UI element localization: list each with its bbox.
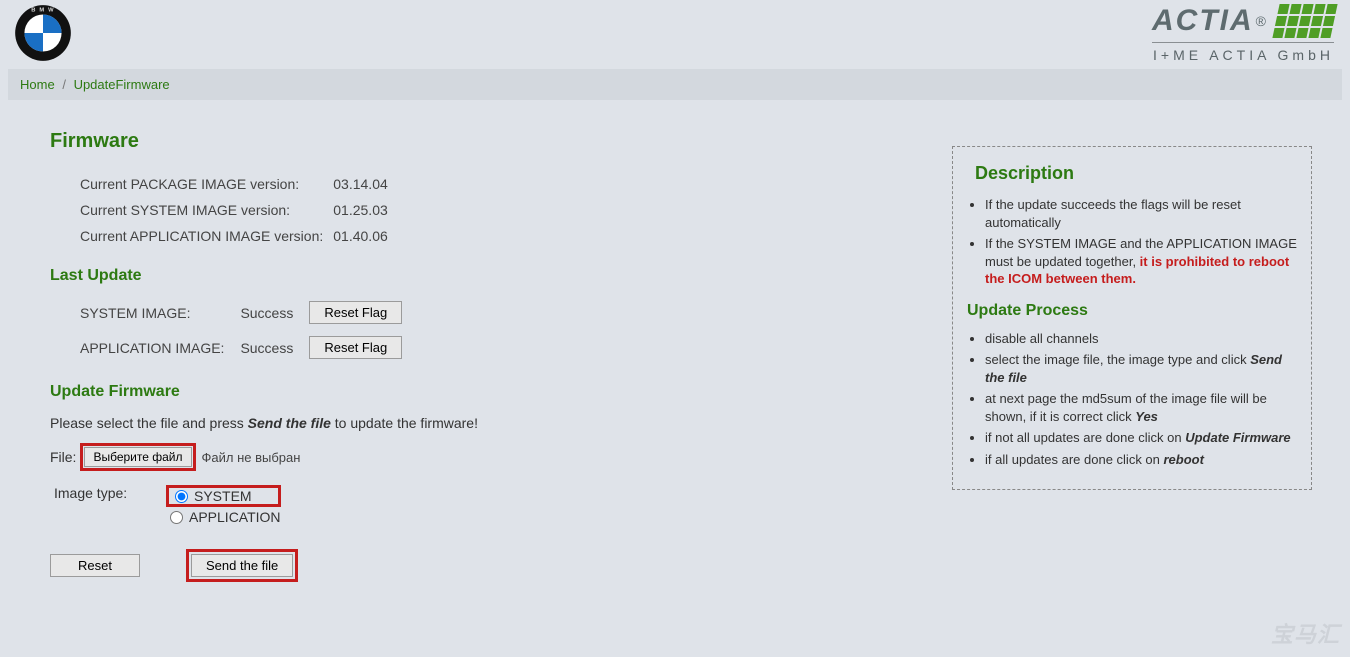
list-item: if not all updates are done click on Upd… [985,429,1297,447]
list-item: at next page the md5sum of the image fil… [985,390,1297,425]
list-item: If the update succeeds the flags will be… [985,196,1297,231]
description-box: Description If the update succeeds the f… [952,146,1312,490]
last-update-title: Last Update [50,267,932,285]
radio-application-label: APPLICATION [189,509,281,525]
page-title: Firmware [50,130,932,153]
watermark: 宝马汇 [1271,617,1340,649]
version-value: 01.25.03 [333,197,398,223]
choose-file-button[interactable]: Выберите файл [84,447,191,467]
table-row: Current APPLICATION IMAGE version: 01.40… [80,223,398,249]
reset-button[interactable]: Reset [50,554,140,577]
table-row: SYSTEM IMAGE: Success Reset Flag [80,295,418,330]
actia-subtitle: I+ME ACTIA GmbH [1152,42,1334,63]
breadcrumb-home[interactable]: Home [20,77,55,92]
version-label: Current APPLICATION IMAGE version: [80,223,333,249]
radio-application[interactable] [170,511,183,524]
file-status: Файл не выбран [202,450,301,465]
breadcrumb: Home / UpdateFirmware [8,69,1342,100]
actia-bars-icon [1272,4,1337,38]
list-item: select the image file, the image type an… [985,351,1297,386]
version-label: Current PACKAGE IMAGE version: [80,171,333,197]
file-label: File: [50,449,76,465]
list-item: disable all channels [985,330,1297,348]
table-row: Current SYSTEM IMAGE version: 01.25.03 [80,197,398,223]
update-label: APPLICATION IMAGE: [80,330,240,365]
image-type-label: Image type: [54,485,166,501]
list-item: If the SYSTEM IMAGE and the APPLICATION … [985,235,1297,288]
list-item: if all updates are done click on reboot [985,451,1297,469]
last-update-table: SYSTEM IMAGE: Success Reset Flag APPLICA… [80,295,418,365]
version-label: Current SYSTEM IMAGE version: [80,197,333,223]
version-value: 03.14.04 [333,171,398,197]
update-process-title: Update Process [967,302,1297,320]
description-title: Description [975,163,1297,184]
update-status: Success [240,295,309,330]
radio-system-label: SYSTEM [194,488,252,504]
instruction-text: Please select the file and press Send th… [50,415,932,431]
svg-text:B M W: B M W [31,8,55,14]
actia-logo: ACTIA ® I+ME ACTIA GmbH [1152,4,1334,63]
breadcrumb-current[interactable]: UpdateFirmware [74,77,170,92]
bmw-logo: B M W [14,4,72,62]
update-label: SYSTEM IMAGE: [80,295,240,330]
send-file-button[interactable]: Send the file [191,554,293,577]
table-row: APPLICATION IMAGE: Success Reset Flag [80,330,418,365]
reset-flag-button[interactable]: Reset Flag [309,336,402,359]
file-row: File: Выберите файл Файл не выбран [50,443,932,471]
table-row: Current PACKAGE IMAGE version: 03.14.04 [80,171,398,197]
update-firmware-title: Update Firmware [50,383,932,401]
version-table: Current PACKAGE IMAGE version: 03.14.04 … [80,171,398,249]
reset-flag-button[interactable]: Reset Flag [309,301,402,324]
update-status: Success [240,330,309,365]
actia-name: ACTIA [1152,4,1254,38]
radio-system[interactable] [175,490,188,503]
version-value: 01.40.06 [333,223,398,249]
